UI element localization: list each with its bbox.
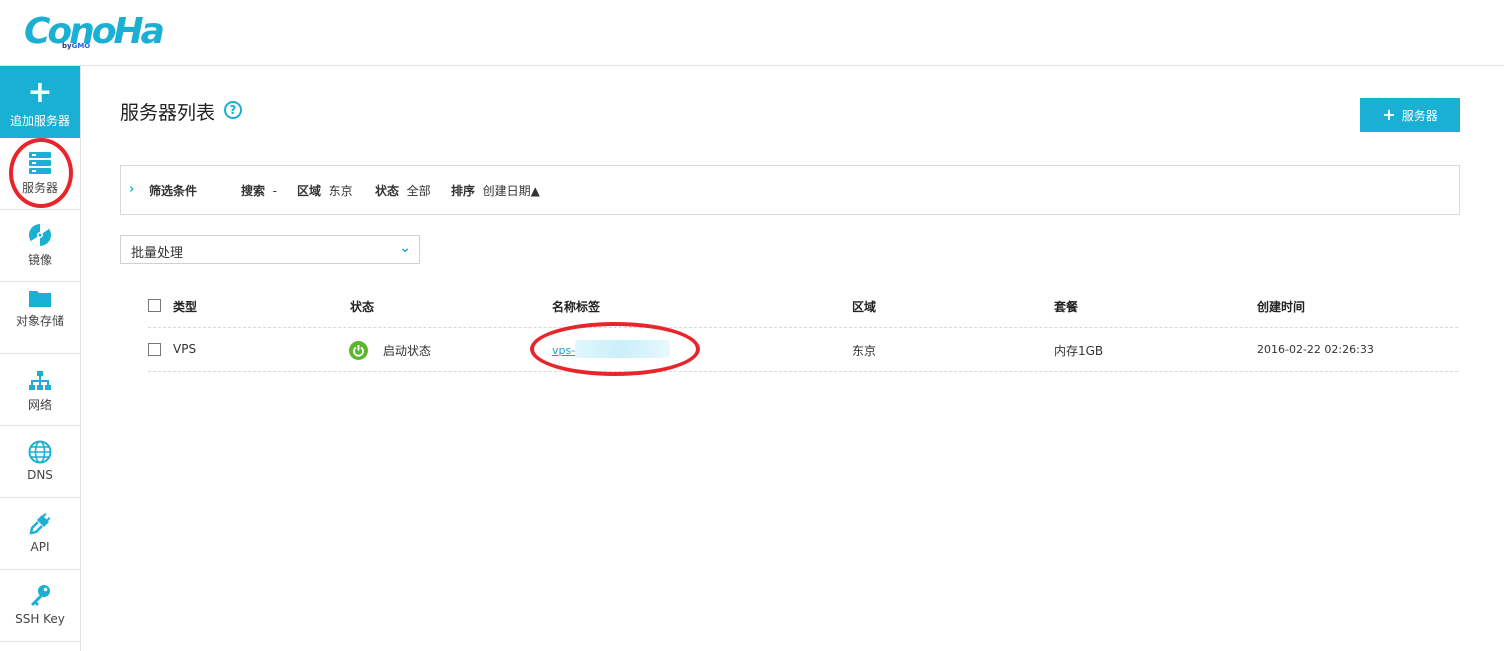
server-name-link[interactable]: vps-: [552, 344, 575, 357]
row-plan: 内存1GB: [1054, 344, 1104, 358]
add-server-button[interactable]: + 服务器: [1360, 98, 1460, 132]
sidebar-item-image[interactable]: 镜像: [0, 210, 80, 282]
sidebar-item-network[interactable]: 网络: [0, 354, 80, 426]
disc-icon: [29, 224, 51, 246]
conoha-logo[interactable]: ConoHa byGMO: [24, 11, 165, 52]
sidebar-item-object-storage[interactable]: 对象存储: [0, 282, 80, 354]
row-created: 2016-02-22 02:26:33: [1257, 343, 1374, 356]
help-icon[interactable]: ?: [224, 101, 242, 119]
filter-title: 筛选条件: [149, 184, 198, 198]
sidebar-item-ssh-key[interactable]: SSH Key: [0, 570, 80, 642]
filter-status: 状态 全部: [375, 184, 431, 198]
globe-icon: [28, 440, 52, 464]
sidebar-item-label: 网络: [27, 398, 52, 412]
folder-icon: [29, 291, 51, 307]
plus-icon: +: [27, 75, 53, 110]
redacted-name: [575, 340, 670, 358]
key-icon: [31, 585, 50, 606]
divider: [148, 327, 1458, 328]
filter-sort: 排序 创建日期▲: [451, 184, 540, 198]
row-type: VPS: [173, 342, 197, 356]
row-status: 启动状态: [383, 344, 432, 358]
sidebar-add-label: 追加服务器: [9, 114, 70, 128]
row-region: 东京: [852, 344, 877, 358]
sidebar-item-server[interactable]: 服务器: [0, 138, 80, 210]
server-icon: [29, 152, 51, 174]
sidebar-item-api[interactable]: API: [0, 498, 80, 570]
logo-text: ConoHa: [24, 11, 165, 52]
column-header-plan[interactable]: 套餐: [1054, 298, 1078, 315]
select-all-checkbox[interactable]: [148, 299, 161, 312]
filter-region: 区域 东京: [297, 184, 353, 198]
column-header-type[interactable]: 类型: [173, 298, 197, 315]
sidebar-item-label: 服务器: [21, 181, 58, 195]
sidebar-item-dns[interactable]: DNS: [0, 426, 80, 498]
column-header-region[interactable]: 区域: [852, 298, 876, 315]
filter-panel[interactable]: › 筛选条件 搜索 - 区域 东京 状态 全部 排序 创建日期▲: [120, 165, 1460, 215]
column-header-created[interactable]: 创建时间: [1257, 298, 1305, 315]
batch-action-label: 批量处理: [131, 246, 184, 261]
sidebar: + 追加服务器 服务器 镜像 对象存储 网络 DNS API SSH Key: [0, 66, 81, 651]
sidebar-item-label: SSH Key: [15, 612, 65, 626]
page-title: 服务器列表: [120, 102, 216, 124]
sidebar-item-label: 镜像: [27, 253, 52, 267]
plus-icon: +: [1382, 105, 1396, 124]
logo-sub: byGMO: [62, 42, 91, 50]
plug-icon: [29, 513, 51, 535]
chevron-right-icon[interactable]: ›: [129, 182, 134, 197]
top-bar: ConoHa byGMO: [0, 0, 1504, 66]
sidebar-add-server[interactable]: + 追加服务器: [0, 66, 80, 138]
batch-action-select[interactable]: 批量处理 ⌄: [120, 235, 420, 264]
network-icon: [29, 371, 51, 390]
sidebar-item-label: 对象存储: [15, 314, 64, 328]
add-server-label: 服务器: [1401, 109, 1438, 123]
chevron-down-icon: ⌄: [399, 240, 411, 256]
column-header-name[interactable]: 名称标签: [552, 298, 600, 315]
sidebar-item-label: API: [30, 540, 50, 554]
row-checkbox[interactable]: [148, 343, 161, 356]
filter-search: 搜索 -: [241, 184, 277, 198]
divider: [148, 371, 1458, 372]
sidebar-item-label: DNS: [27, 468, 53, 482]
power-on-icon: [349, 341, 368, 360]
column-header-status[interactable]: 状态: [350, 298, 374, 315]
